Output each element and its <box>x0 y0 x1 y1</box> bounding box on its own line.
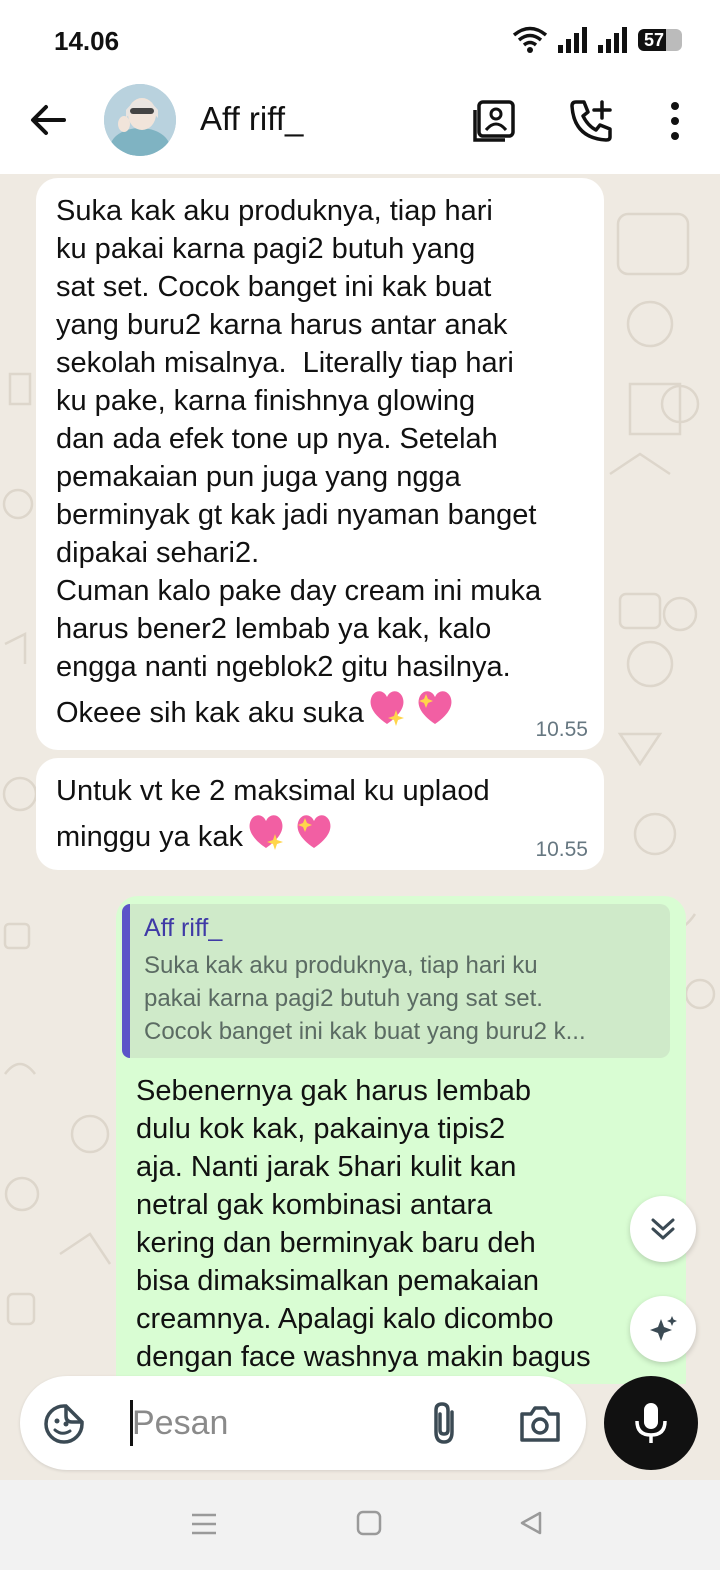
sparkling-heart-icon <box>370 691 404 726</box>
double-chevron-down-icon <box>651 1218 675 1240</box>
sparkle-icon <box>650 1316 677 1341</box>
message-time: 10.55 <box>535 718 588 741</box>
contact-name[interactable]: Aff riff_ <box>200 100 303 138</box>
back-arrow-icon[interactable] <box>26 98 70 142</box>
battery-level: 57 <box>644 30 665 50</box>
battery-icon: 57 <box>638 27 682 53</box>
add-call-icon[interactable] <box>568 98 614 144</box>
recents-menu-icon[interactable] <box>190 1510 218 1538</box>
system-nav-bar <box>0 1480 720 1570</box>
message-body: Suka kak aku produknya, tiap hari ku pak… <box>56 195 542 729</box>
signal-icon-2 <box>598 27 627 53</box>
sparkling-heart-icon <box>297 815 331 848</box>
quoted-message[interactable]: Aff riff_ Suka kak aku produknya, tiap h… <box>122 904 670 1058</box>
message-input[interactable] <box>132 1398 412 1448</box>
sparkling-heart-icon <box>418 691 452 724</box>
quote-sender: Aff riff_ <box>144 914 223 942</box>
chat-area[interactable]: Suka kak aku produknya, tiap hari ku pak… <box>0 174 720 1384</box>
status-time: 14.06 <box>54 26 120 56</box>
quote-accent-bar <box>122 904 130 1058</box>
attach-icon[interactable] <box>424 1400 468 1446</box>
message-bubble-outgoing[interactable]: Aff riff_ Suka kak aku produknya, tiap h… <box>116 896 686 1384</box>
chat-header: Aff riff_ <box>0 80 720 174</box>
message-time: 10.55 <box>535 838 588 861</box>
ai-sparkle-button[interactable] <box>630 1296 696 1362</box>
microphone-icon <box>635 1403 667 1443</box>
quote-text: Suka kak aku produknya, tiap hari ku pak… <box>144 952 586 1045</box>
message-text: Untuk vt ke 2 maksimal ku uplaod minggu … <box>56 772 584 856</box>
message-bubble-incoming[interactable]: Untuk vt ke 2 maksimal ku uplaod minggu … <box>36 758 604 870</box>
back-nav-icon[interactable] <box>518 1510 544 1536</box>
sticker-emoji-icon[interactable] <box>42 1402 86 1446</box>
sparkling-heart-icon <box>249 815 283 850</box>
message-text: Suka kak aku produknya, tiap hari ku pak… <box>56 192 584 732</box>
wifi-icon <box>512 26 548 53</box>
status-icons: 57 <box>512 26 682 54</box>
avatar-image <box>104 84 176 156</box>
signal-icon <box>558 27 587 53</box>
contact-card-icon[interactable] <box>472 98 518 144</box>
message-text: Sebenernya gak harus lembab dulu kok kak… <box>136 1075 591 1373</box>
voice-record-button[interactable] <box>604 1376 698 1470</box>
avatar[interactable] <box>104 84 176 156</box>
more-vert-icon[interactable] <box>652 98 698 144</box>
message-bubble-incoming[interactable]: Suka kak aku produknya, tiap hari ku pak… <box>36 178 604 750</box>
camera-icon[interactable] <box>518 1402 562 1444</box>
status-bar: 14.06 57 <box>0 0 720 80</box>
message-composer <box>20 1376 586 1470</box>
home-icon[interactable] <box>356 1510 382 1536</box>
scroll-down-button[interactable] <box>630 1196 696 1262</box>
